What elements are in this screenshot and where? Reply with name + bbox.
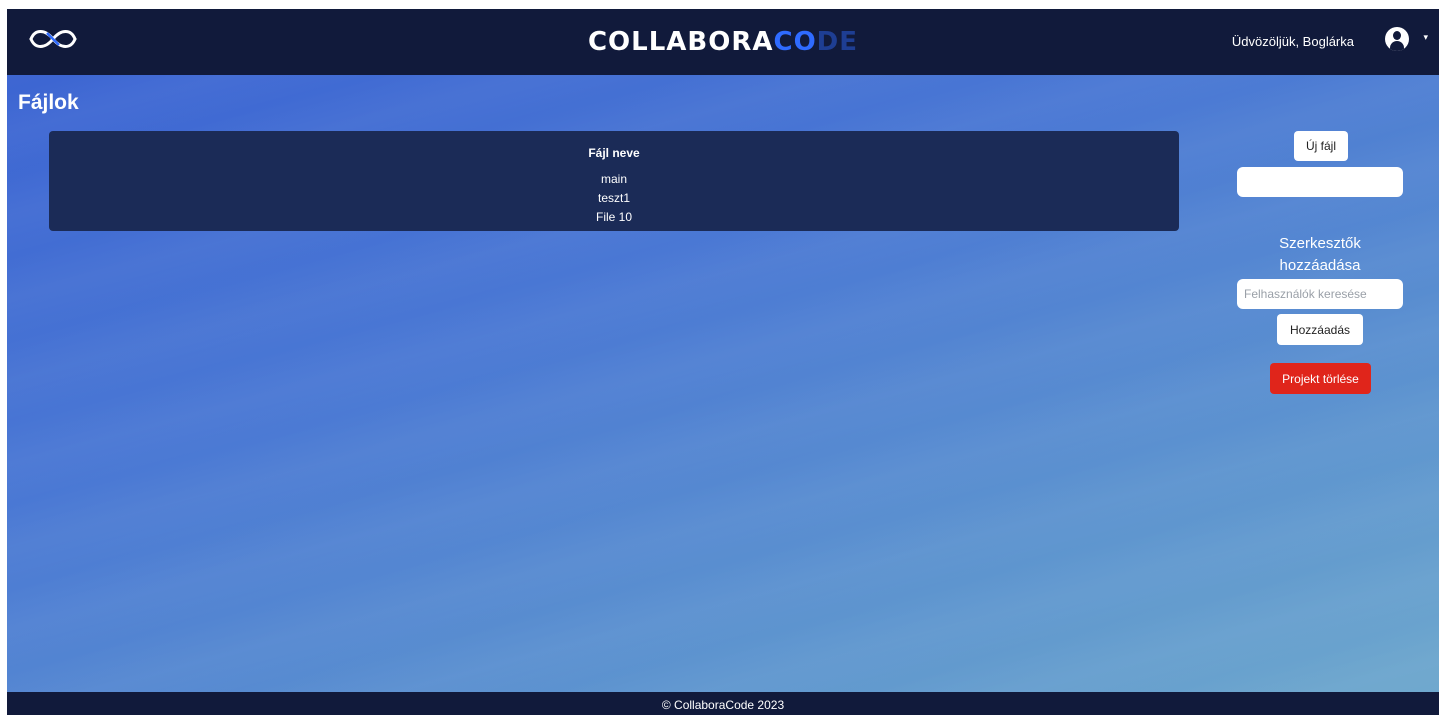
footer: © CollaboraCode 2023	[7, 692, 1439, 715]
brand-text-accent: CO	[773, 27, 817, 57]
files-table: Fájl neve main teszt1 File 10	[49, 131, 1179, 231]
footer-copyright: © CollaboraCode 2023	[661, 698, 785, 712]
avatar-head-shape	[1393, 31, 1401, 40]
brand-text-main: COLLABORA	[587, 27, 774, 57]
app-root: COLLABORACODE Üdvözöljük, Boglárka ▾ Fáj…	[7, 9, 1439, 715]
file-row[interactable]: teszt1	[49, 189, 1179, 208]
page-title: Fájlok	[18, 91, 79, 114]
add-editors-heading: Szerkesztők hozzáadása	[1237, 233, 1403, 277]
chevron-down-icon[interactable]: ▾	[1423, 32, 1428, 43]
user-avatar-icon[interactable]	[1385, 27, 1409, 51]
avatar-body-shape	[1390, 41, 1404, 51]
welcome-text: Üdvözöljük, Boglárka	[1231, 34, 1354, 49]
files-table-body: main teszt1 File 10	[49, 170, 1179, 227]
file-row[interactable]: main	[49, 170, 1179, 189]
brand-logo[interactable]: COLLABORACODE	[7, 27, 1439, 57]
brand-text-faded: DE	[816, 27, 859, 57]
new-file-name-input[interactable]	[1237, 167, 1403, 197]
file-row[interactable]: File 10	[49, 208, 1179, 227]
add-editors-heading-line2: hozzáadása	[1279, 257, 1361, 274]
user-search-input[interactable]	[1237, 279, 1403, 309]
delete-project-button[interactable]: Projekt törlése	[1270, 363, 1371, 394]
add-editor-button[interactable]: Hozzáadás	[1277, 314, 1363, 345]
files-table-header: Fájl neve	[588, 146, 640, 160]
top-navbar: COLLABORACODE Üdvözöljük, Boglárka ▾	[7, 9, 1439, 75]
add-editors-heading-line1: Szerkesztők	[1279, 235, 1361, 252]
new-file-button[interactable]: Új fájl	[1294, 131, 1348, 161]
